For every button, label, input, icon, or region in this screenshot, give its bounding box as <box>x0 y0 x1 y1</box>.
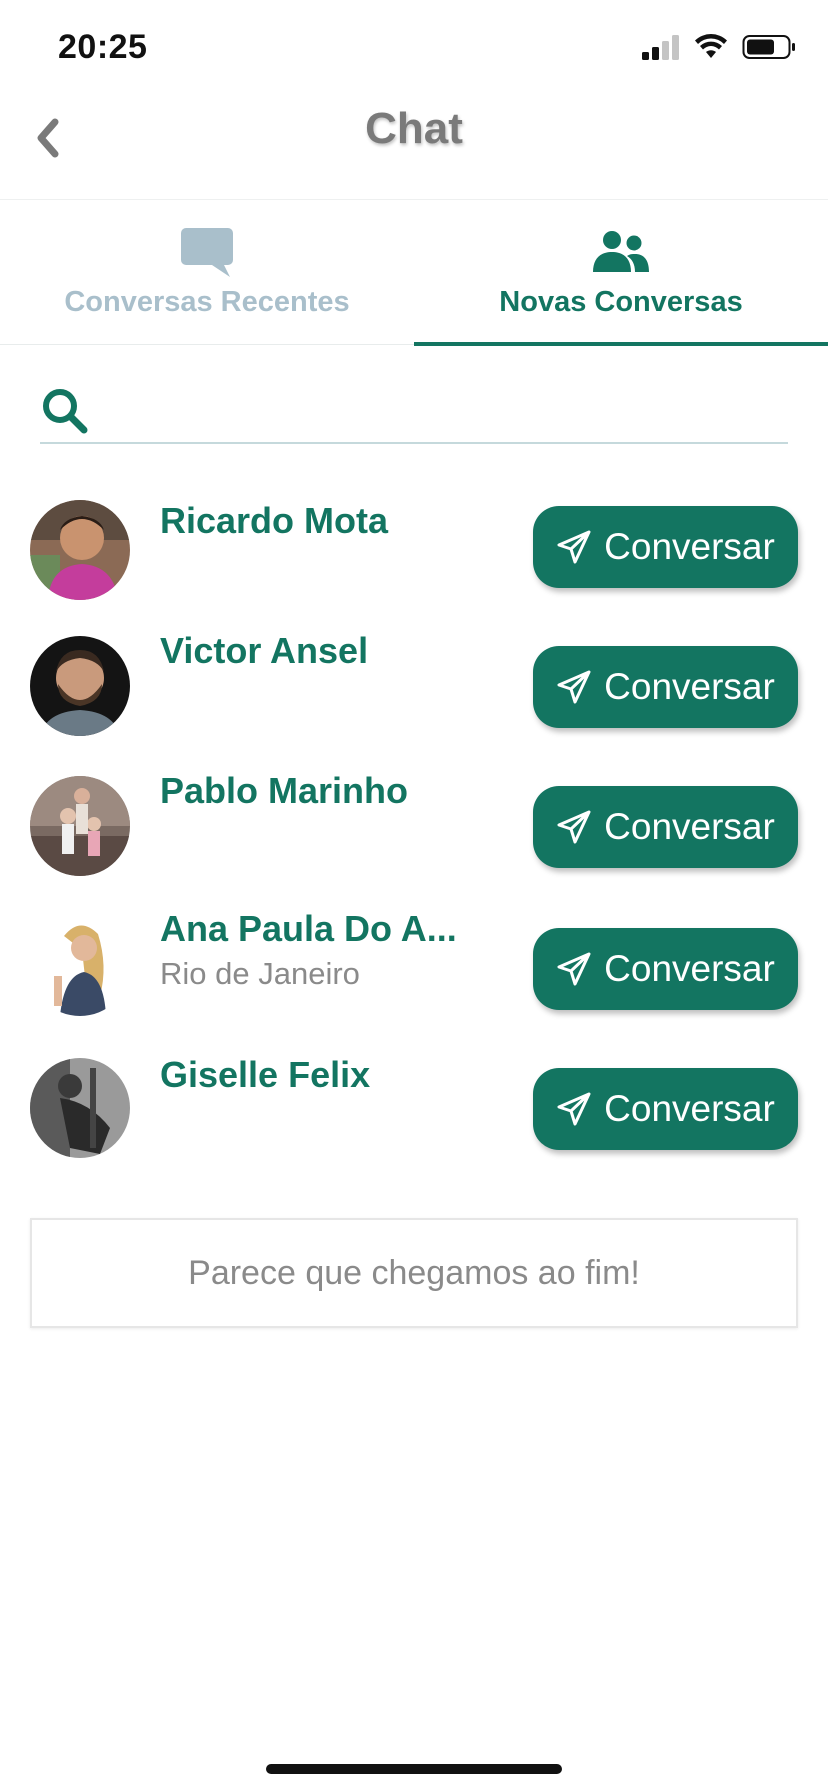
contact-name: Victor Ansel <box>160 630 369 671</box>
conversar-button[interactable]: Conversar <box>533 1068 798 1150</box>
list-item: Ricardo Mota Conversar <box>0 500 828 620</box>
signal-icon <box>642 35 679 60</box>
status-bar: 20:25 <box>0 0 828 100</box>
contact-name: Ricardo Mota <box>160 500 389 541</box>
avatar-photo <box>30 636 130 736</box>
conversar-button[interactable]: Conversar <box>533 506 798 588</box>
end-of-list-notice: Parece que chegamos ao fim! <box>30 1218 798 1328</box>
avatar-photo <box>30 1058 130 1158</box>
contact-name: Giselle Felix <box>160 1054 371 1095</box>
conversar-button[interactable]: Conversar <box>533 646 798 728</box>
active-tab-indicator <box>414 342 828 346</box>
avatar[interactable] <box>30 636 130 736</box>
contact-name: Ana Paula Do A... <box>160 908 457 949</box>
tab-label: Novas Conversas <box>499 286 743 318</box>
list-item: Pablo Marinho Conversar <box>0 770 828 900</box>
home-indicator[interactable] <box>266 1764 562 1774</box>
nav-bar: Chat <box>0 100 828 200</box>
button-label: Conversar <box>604 526 775 567</box>
wifi-icon <box>695 34 727 58</box>
tab-label: Conversas Recentes <box>64 286 350 318</box>
avatar-photo <box>30 776 130 876</box>
avatar[interactable] <box>30 916 130 1016</box>
search-bar <box>40 378 788 444</box>
status-icons <box>640 34 796 60</box>
button-label: Conversar <box>604 948 775 989</box>
end-of-list-text: Parece que chegamos ao fim! <box>188 1253 640 1292</box>
avatar-photo <box>30 500 130 600</box>
avatar-photo <box>30 916 130 1016</box>
list-item: Victor Ansel Conversar <box>0 630 828 760</box>
send-icon <box>557 1092 591 1126</box>
send-icon <box>557 530 591 564</box>
send-icon <box>557 670 591 704</box>
search-input[interactable] <box>110 384 780 436</box>
send-icon <box>557 952 591 986</box>
status-time: 20:25 <box>58 28 148 66</box>
list-item: Ana Paula Do A... Rio de Janeiro Convers… <box>0 908 828 1042</box>
send-icon <box>557 810 591 844</box>
button-label: Conversar <box>604 806 775 847</box>
page-title: Chat <box>365 104 463 153</box>
avatar[interactable] <box>30 1058 130 1158</box>
tab-conversas-recentes[interactable]: Conversas Recentes <box>0 200 414 345</box>
contact-name: Pablo Marinho <box>160 770 409 811</box>
conversar-button[interactable]: Conversar <box>533 928 798 1010</box>
tab-novas-conversas[interactable]: Novas Conversas <box>414 200 828 346</box>
conversar-button[interactable]: Conversar <box>533 786 798 868</box>
avatar[interactable] <box>30 500 130 600</box>
button-label: Conversar <box>604 1088 775 1129</box>
battery-icon <box>742 35 795 59</box>
contact-city: Rio de Janeiro <box>160 956 360 991</box>
button-label: Conversar <box>604 666 775 707</box>
list-item: Giselle Felix Conversar <box>0 1054 828 1184</box>
tab-bar: Conversas Recentes Novas Conversas <box>0 200 828 346</box>
chat-bubble-icon <box>181 228 233 277</box>
search-icon <box>43 389 88 434</box>
avatar[interactable] <box>30 776 130 876</box>
users-icon <box>593 231 649 272</box>
